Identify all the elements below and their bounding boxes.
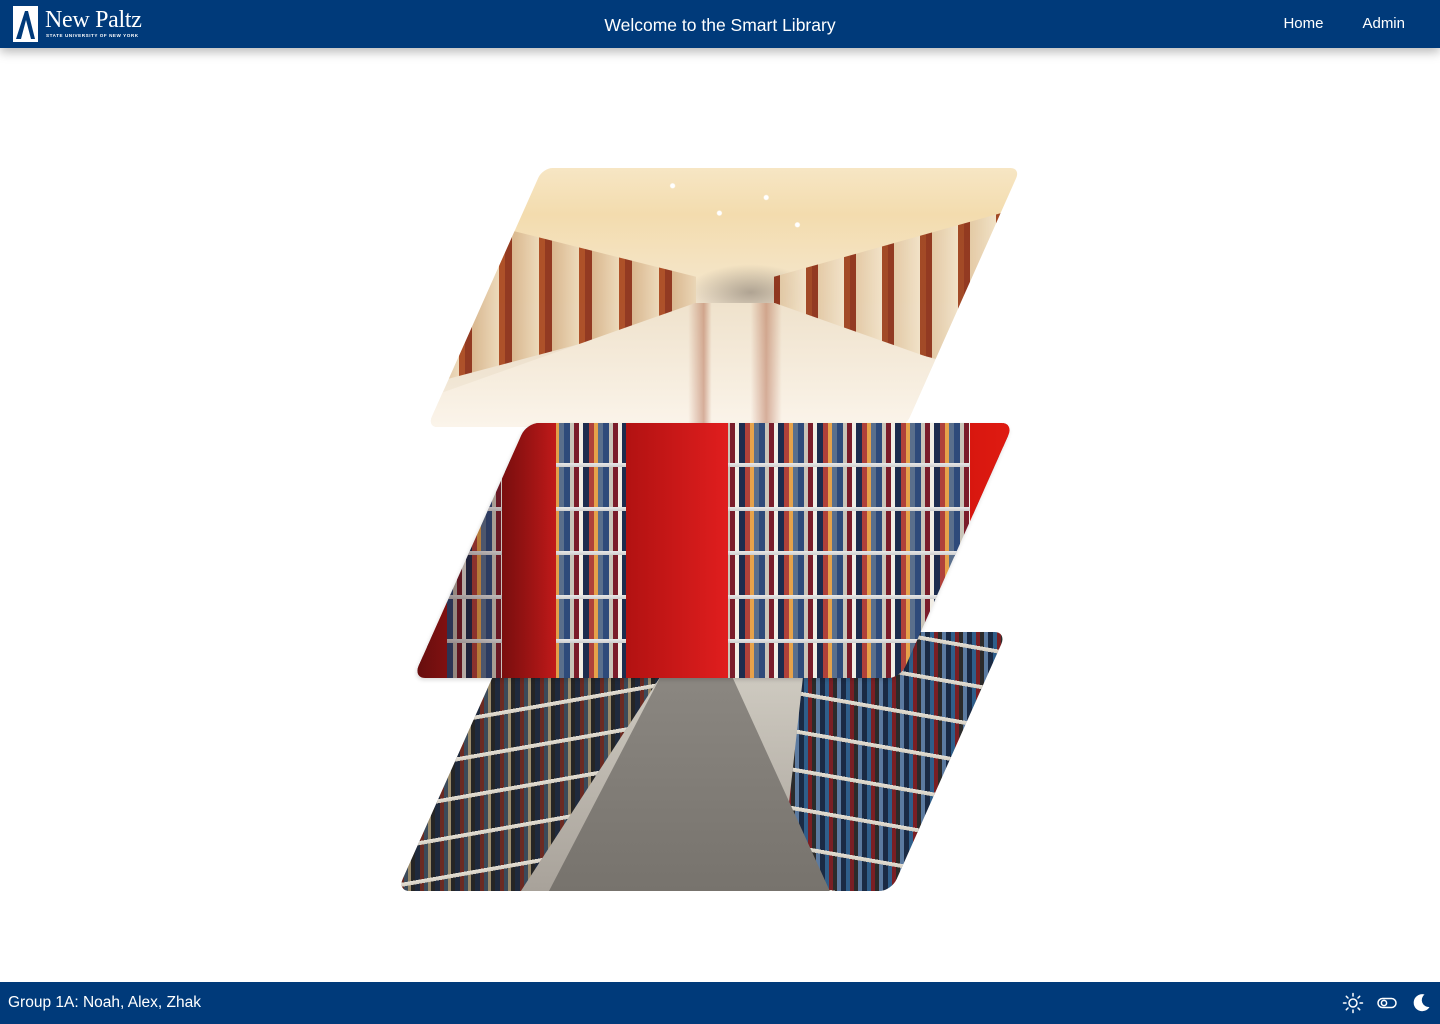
page-title: Welcome to the Smart Library xyxy=(604,15,836,35)
top-navbar: New Paltz STATE UNIVERSITY OF NEW YORK W… xyxy=(0,0,1440,48)
nav-home-link[interactable]: Home xyxy=(1283,15,1323,33)
toggle-icon[interactable] xyxy=(1376,992,1398,1014)
logo-subline: STATE UNIVERSITY OF NEW YORK xyxy=(46,33,139,38)
home-logo-link[interactable]: New Paltz STATE UNIVERSITY OF NEW YORK xyxy=(13,6,153,42)
group-credit: Group 1A: Noah, Alex, Zhak xyxy=(8,994,201,1011)
image-stack xyxy=(0,0,1440,1024)
new-paltz-logo-icon xyxy=(13,6,38,42)
main-nav: Home Admin xyxy=(1244,15,1405,33)
library-corridor-image xyxy=(427,168,1021,427)
sun-icon[interactable] xyxy=(1342,992,1364,1014)
nav-admin-link[interactable]: Admin xyxy=(1362,15,1405,33)
footer-bar: Group 1A: Noah, Alex, Zhak xyxy=(0,982,1440,1024)
logo-wordmark: New Paltz xyxy=(45,7,142,33)
moon-icon[interactable] xyxy=(1410,992,1432,1014)
theme-controls xyxy=(1330,992,1432,1014)
